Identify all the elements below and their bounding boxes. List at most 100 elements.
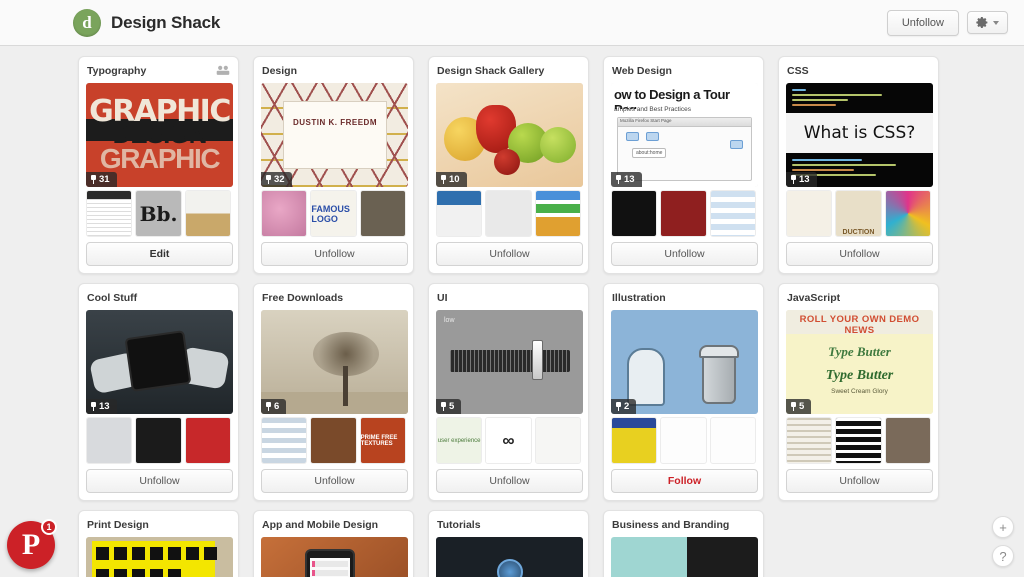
board-card[interactable]: App and Mobile Design [253, 510, 414, 577]
board-card[interactable]: CSS What is CSS? 13 DUCTION Unfollow [778, 56, 939, 274]
corner-controls: + ? [992, 516, 1014, 567]
board-title: Tutorials [437, 519, 481, 531]
board-cover-image[interactable]: GRAPHIC DESIGN GRAPHIC 31 [86, 83, 233, 187]
board-action-button[interactable]: Unfollow [436, 242, 583, 266]
thumbnail[interactable] [86, 190, 133, 237]
pinterest-button[interactable]: P 1 [7, 519, 57, 569]
board-owner-brand[interactable]: d Design Shack [73, 8, 220, 37]
board-action-button[interactable]: Unfollow [611, 242, 758, 266]
thumbnail[interactable]: Bb. [135, 190, 182, 237]
notification-badge: 1 [41, 519, 57, 535]
pin-count: 10 [449, 173, 460, 185]
thumbnail[interactable] [786, 190, 833, 237]
thumbnail[interactable] [611, 417, 658, 464]
help-button[interactable]: ? [992, 545, 1014, 567]
settings-menu-button[interactable] [967, 11, 1008, 34]
board-card[interactable]: Illustration 2 Follow [603, 283, 764, 501]
thumbnail[interactable] [786, 417, 833, 464]
thumbnail[interactable] [835, 417, 882, 464]
pin-icon [441, 401, 446, 411]
board-action-button[interactable]: Unfollow [261, 469, 408, 493]
board-title: JavaScript [787, 292, 841, 304]
thumbnail[interactable] [436, 190, 483, 237]
board-cover-image[interactable]: ow to Design a Tour Pag amples and Best … [611, 83, 758, 187]
board-cover-image[interactable]: What is CSS? 13 [786, 83, 933, 187]
thumbnail[interactable]: DUCTION [835, 190, 882, 237]
board-thumbnails: user experience ∞ [436, 417, 581, 464]
pin-count-badge: 2 [611, 398, 637, 414]
board-thumbnails [611, 190, 756, 237]
board-title: Typography [87, 65, 147, 77]
board-thumbnails: PRIME FREE TEXTURES [261, 417, 406, 464]
board-card[interactable]: Tutorials Simple Content: [428, 510, 589, 577]
artwork-line-2: Type Butter [828, 344, 891, 359]
thumbnail[interactable] [884, 190, 931, 237]
thumbnail[interactable] [261, 190, 308, 237]
cover-artwork: Made in COMIC SANS CRIMINAL [611, 537, 758, 577]
thumbnail[interactable] [485, 190, 532, 237]
board-thumbnails: DUCTION [786, 190, 931, 237]
board-cover-image[interactable]: 6 [261, 310, 408, 414]
thumbnail[interactable] [86, 417, 133, 464]
board-card[interactable]: Business and Branding Made in COMIC SANS… [603, 510, 764, 577]
board-card[interactable]: UI low 5 user experience ∞ Unfollow [428, 283, 589, 501]
board-action-button[interactable]: Unfollow [261, 242, 408, 266]
board-cover-image[interactable]: low 5 [436, 310, 583, 414]
board-action-button[interactable]: Unfollow [86, 469, 233, 493]
unfollow-all-button[interactable]: Unfollow [886, 9, 959, 36]
board-cover-image[interactable]: 10 [436, 83, 583, 187]
board-action-button[interactable]: Unfollow [786, 242, 933, 266]
board-title: Web Design [612, 65, 672, 77]
thumbnail[interactable] [884, 417, 931, 464]
pin-icon [441, 174, 446, 184]
board-card[interactable]: Cool Stuff 13 Unfollow [78, 283, 239, 501]
board-cover-image[interactable]: Simple Content: [436, 537, 583, 577]
thumbnail[interactable]: FAMOUS LOGO [310, 190, 357, 237]
thumbnail[interactable] [184, 417, 231, 464]
thumbnail[interactable] [709, 190, 756, 237]
artwork-line-2: DESIGN [112, 119, 208, 149]
artwork-node-label: about:home [632, 148, 667, 158]
thumbnail[interactable] [359, 190, 406, 237]
thumbnail[interactable] [611, 190, 658, 237]
board-title: Design Shack Gallery [437, 65, 545, 77]
pin-count: 13 [799, 173, 810, 185]
board-card[interactable]: Design Shack Gallery 10 Unfollow [428, 56, 589, 274]
thumbnail[interactable] [135, 417, 182, 464]
thumbnail[interactable]: user experience [436, 417, 483, 464]
board-cover-image[interactable]: ROLL YOUR OWN DEMO NEWS Type Butter Type… [786, 310, 933, 414]
thumbnail[interactable] [534, 417, 581, 464]
collaborators-icon [216, 65, 230, 75]
add-button[interactable]: + [992, 516, 1014, 538]
pin-count-badge: 6 [261, 398, 287, 414]
pin-count-badge: 10 [436, 171, 467, 187]
thumbnail[interactable] [310, 417, 357, 464]
board-card[interactable]: Typography GRAPHIC DESIGN GRAPHIC 31 Bb.… [78, 56, 239, 274]
board-cover-image[interactable]: DUSTIN K. FREEDM 32 [261, 83, 408, 187]
thumbnail[interactable] [261, 417, 308, 464]
board-card[interactable]: Print Design Wong Un Ho, Yu, KWI [78, 510, 239, 577]
board-card[interactable]: Design DUSTIN K. FREEDM 32 FAMOUS LOGO U… [253, 56, 414, 274]
thumbnail[interactable] [660, 190, 707, 237]
board-card[interactable]: Free Downloads 6 PRIME FREE TEXTURES Unf… [253, 283, 414, 501]
board-cover-image[interactable] [261, 537, 408, 577]
board-cover-image[interactable]: Made in COMIC SANS CRIMINAL [611, 537, 758, 577]
board-action-button[interactable]: Edit [86, 242, 233, 266]
board-card[interactable]: JavaScript ROLL YOUR OWN DEMO NEWS Type … [778, 283, 939, 501]
board-action-button[interactable]: Unfollow [786, 469, 933, 493]
thumbnail[interactable]: ∞ [485, 417, 532, 464]
board-action-button[interactable]: Unfollow [436, 469, 583, 493]
thumbnail[interactable] [184, 190, 231, 237]
board-title: App and Mobile Design [262, 519, 379, 531]
board-grid: Typography GRAPHIC DESIGN GRAPHIC 31 Bb.… [0, 46, 1024, 577]
thumbnail[interactable] [534, 190, 581, 237]
gear-icon [976, 16, 988, 29]
board-cover-image[interactable]: 2 [611, 310, 758, 414]
board-cover-image[interactable]: Wong Un Ho, Yu, KWI [86, 537, 233, 577]
board-action-button[interactable]: Follow [611, 469, 758, 493]
board-card[interactable]: Web Design ow to Design a Tour Pag ample… [603, 56, 764, 274]
board-cover-image[interactable]: 13 [86, 310, 233, 414]
artwork-line-3: GRAPHIC [99, 143, 221, 174]
pin-count-badge: 13 [786, 171, 817, 187]
thumbnail[interactable]: PRIME FREE TEXTURES [359, 417, 406, 464]
